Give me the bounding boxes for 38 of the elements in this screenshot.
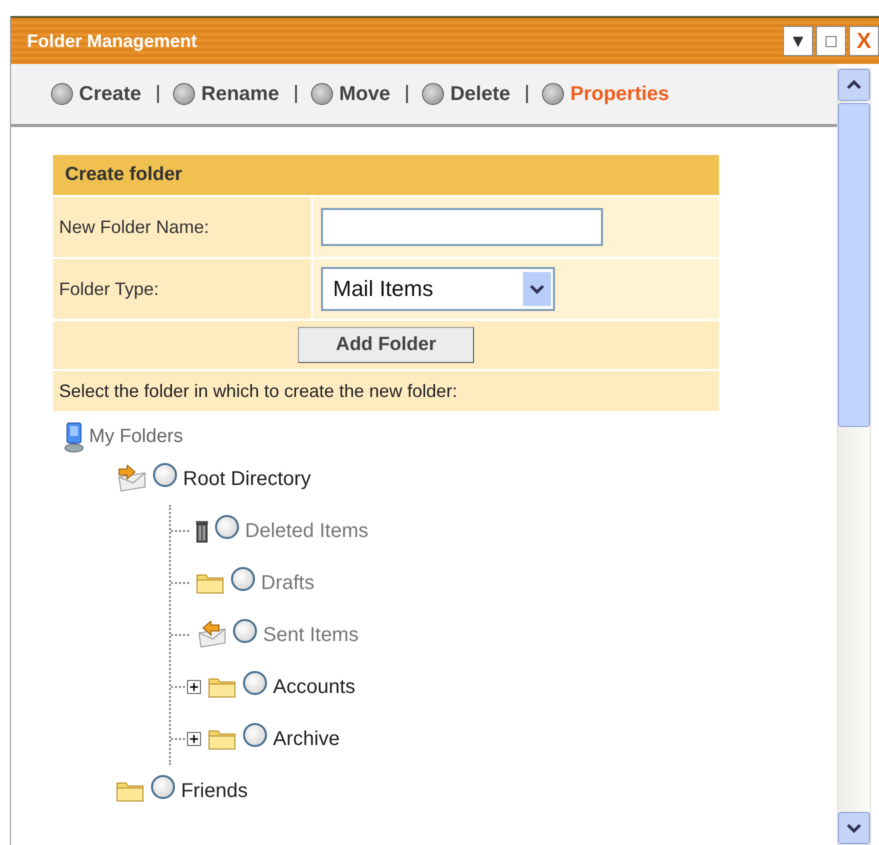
folder-label: Sent Items bbox=[263, 624, 359, 646]
toolbar-tab[interactable]: Create bbox=[51, 82, 142, 106]
folder-label: Drafts bbox=[261, 572, 314, 594]
radio-button[interactable] bbox=[153, 463, 177, 487]
toolbar-tab[interactable]: Rename bbox=[173, 82, 280, 106]
folder-label: Root Directory bbox=[183, 468, 311, 490]
computer-icon bbox=[63, 421, 85, 453]
expand-button[interactable] bbox=[187, 732, 201, 746]
expand-button[interactable] bbox=[187, 680, 201, 694]
close-button[interactable]: X bbox=[849, 26, 879, 56]
radio-button[interactable] bbox=[215, 515, 239, 539]
radio-button[interactable] bbox=[243, 671, 267, 695]
tree-root-label: My Folders bbox=[89, 426, 183, 448]
chevron-up-icon bbox=[846, 79, 862, 91]
form-header: Create folder bbox=[53, 155, 719, 195]
folder-label: Archive bbox=[273, 728, 340, 750]
add-folder-button[interactable]: Add Folder bbox=[298, 327, 474, 363]
trash-can-icon bbox=[195, 519, 209, 543]
field-label: New Folder Name: bbox=[53, 197, 311, 257]
folder-label: Accounts bbox=[273, 676, 356, 698]
window-title: Folder Management bbox=[27, 30, 198, 52]
instruction-text: Select the folder in which to create the new folder: bbox=[53, 371, 719, 411]
radio-button[interactable] bbox=[231, 567, 255, 591]
radio-button[interactable] bbox=[243, 723, 267, 747]
toolbar-tab[interactable]: Delete bbox=[422, 82, 510, 106]
field-label: Folder Type: bbox=[53, 259, 311, 319]
chevron-down-icon bbox=[846, 822, 862, 834]
menu-button[interactable]: ▼ bbox=[783, 26, 813, 56]
folder-label: Deleted Items bbox=[245, 520, 368, 542]
folder-type-dropdown[interactable]: Mail Items bbox=[321, 267, 555, 311]
radio-button[interactable] bbox=[233, 619, 257, 643]
chevron-down-icon bbox=[523, 272, 551, 306]
radio-button[interactable] bbox=[151, 775, 175, 799]
scrollbar[interactable] bbox=[837, 68, 871, 845]
folder-name-field[interactable] bbox=[321, 208, 603, 246]
maximize-button[interactable]: □ bbox=[816, 26, 846, 56]
toolbar-tab[interactable]: Move bbox=[311, 82, 390, 106]
folder-label: Friends bbox=[181, 780, 248, 802]
